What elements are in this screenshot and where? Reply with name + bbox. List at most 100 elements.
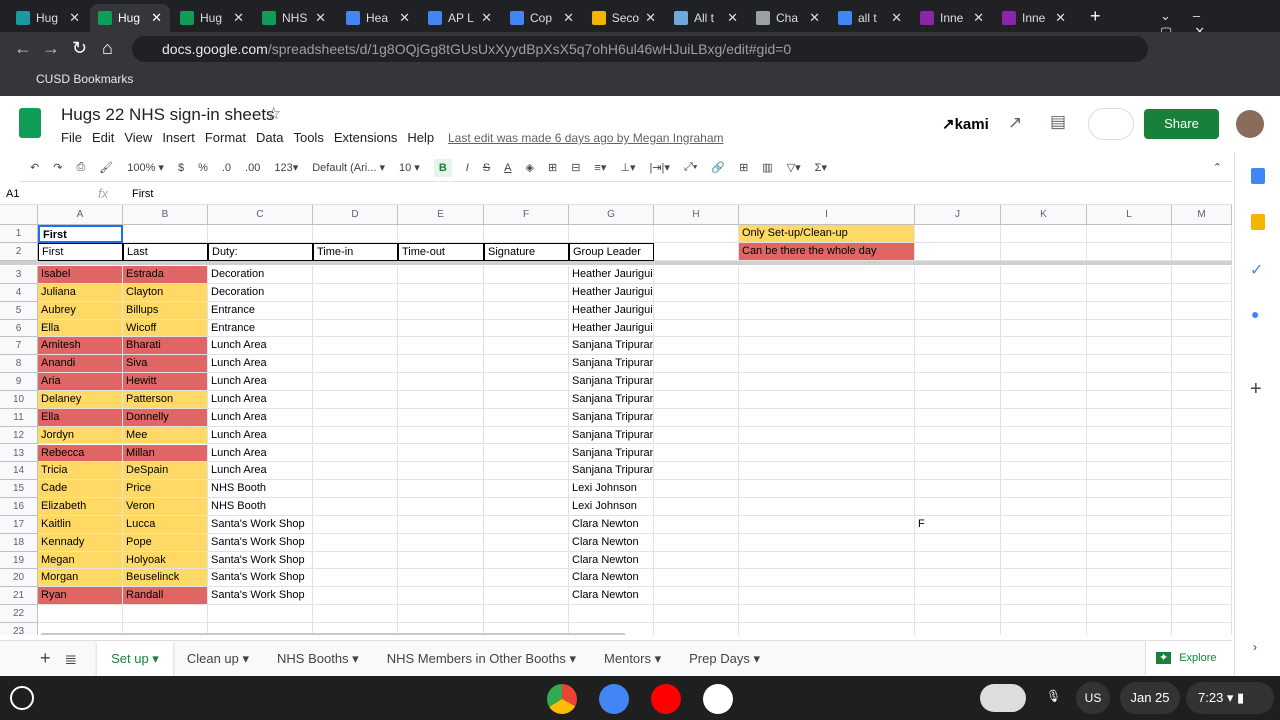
cell-L16[interactable] (1087, 498, 1172, 516)
cell-G19[interactable]: Clara Newton (569, 551, 654, 570)
cell-F2[interactable]: Signature (484, 243, 569, 261)
cell-E5[interactable] (398, 301, 484, 320)
cell-C12[interactable]: Lunch Area (208, 426, 313, 445)
cell-A2[interactable]: First (38, 243, 123, 261)
close-tab-icon[interactable]: ✕ (973, 10, 984, 26)
cell-L15[interactable] (1087, 480, 1172, 499)
row-header[interactable]: 3 (0, 266, 38, 284)
cell-I1[interactable]: Only Set-up/Clean-up (739, 225, 915, 243)
cell-M14[interactable] (1172, 462, 1232, 481)
paint-format-icon[interactable]: 🖌 (99, 161, 113, 174)
cell-J18[interactable] (915, 533, 1001, 552)
valign-icon[interactable]: ⊥▾ (620, 161, 635, 174)
cell-K8[interactable] (1001, 355, 1087, 374)
launcher-icon[interactable] (10, 686, 34, 710)
close-tab-icon[interactable]: ✕ (69, 10, 80, 26)
cell-K20[interactable] (1001, 569, 1087, 588)
cell-M3[interactable] (1172, 266, 1232, 284)
undo-icon[interactable]: ↶ (30, 161, 39, 174)
menu-view[interactable]: View (124, 130, 152, 145)
cell-I16[interactable] (739, 498, 915, 516)
cell-H2[interactable] (654, 243, 739, 261)
row-header[interactable]: 14 (0, 462, 38, 481)
row-header[interactable]: 8 (0, 355, 38, 374)
cell-B14[interactable]: DeSpain (123, 462, 208, 481)
cell-I10[interactable] (739, 390, 915, 409)
cell-G21[interactable]: Clara Newton (569, 587, 654, 606)
currency-button[interactable]: $ (178, 162, 184, 174)
back-icon[interactable]: ← (14, 38, 32, 59)
cell-E1[interactable] (398, 225, 484, 243)
cell-L2[interactable] (1087, 243, 1172, 261)
cell-H14[interactable] (654, 462, 739, 481)
cell-B6[interactable]: Wicoff (123, 319, 208, 338)
cell-E16[interactable] (398, 498, 484, 516)
cell-F22[interactable] (484, 605, 569, 623)
mic-icon[interactable]: 🎙 (1046, 689, 1061, 703)
row-header[interactable]: 5 (0, 301, 38, 320)
cell-I7[interactable] (739, 337, 915, 356)
cell-L3[interactable] (1087, 266, 1172, 284)
close-tab-icon[interactable]: ✕ (399, 10, 410, 26)
cell-I20[interactable] (739, 569, 915, 588)
cell-A22[interactable] (38, 605, 123, 623)
cell-K18[interactable] (1001, 533, 1087, 552)
cell-J15[interactable] (915, 480, 1001, 499)
cell-A12[interactable]: Jordyn (38, 426, 123, 445)
row-header[interactable]: 23 (0, 623, 38, 635)
cell-E18[interactable] (398, 533, 484, 552)
cell-F13[interactable] (484, 444, 569, 463)
rotate-icon[interactable]: ⤢▾ (684, 161, 697, 174)
cell-H5[interactable] (654, 301, 739, 320)
cell-M2[interactable] (1172, 243, 1232, 261)
browser-tab[interactable]: Hug ✕ (90, 4, 170, 32)
row-header[interactable]: 6 (0, 319, 38, 338)
cell-C18[interactable]: Santa's Work Shop (208, 533, 313, 552)
cell-B13[interactable]: Millan (123, 444, 208, 463)
chart-icon[interactable]: ▥ (762, 161, 772, 174)
star-icon[interactable]: ☆ (266, 104, 281, 124)
cell-I9[interactable] (739, 373, 915, 391)
close-tab-icon[interactable]: ✕ (151, 10, 162, 26)
close-tab-icon[interactable]: ✕ (315, 10, 326, 26)
sheet-tab[interactable]: Mentors ▾ (590, 641, 675, 677)
cell-J23[interactable] (915, 623, 1001, 635)
cell-C8[interactable]: Lunch Area (208, 355, 313, 374)
cell-F18[interactable] (484, 533, 569, 552)
cell-D4[interactable] (313, 283, 398, 302)
cell-D6[interactable] (313, 319, 398, 338)
close-tab-icon[interactable]: ✕ (727, 10, 738, 26)
fill-color-icon[interactable]: ◈ (526, 161, 534, 174)
cell-G13[interactable]: Sanjana Tripuraneni (569, 444, 654, 463)
status-tray[interactable]: 7:23 ▾ ▮ (1186, 682, 1274, 714)
cell-I17[interactable] (739, 515, 915, 534)
cell-G1[interactable] (569, 225, 654, 243)
print-icon[interactable]: ⎙ (76, 161, 85, 174)
column-header-L[interactable]: L (1087, 205, 1172, 225)
docs-icon[interactable] (599, 684, 629, 714)
cell-K15[interactable] (1001, 480, 1087, 499)
youtube-icon[interactable] (651, 684, 681, 714)
cell-L1[interactable] (1087, 225, 1172, 243)
close-tab-icon[interactable]: ✕ (233, 10, 244, 26)
cell-D14[interactable] (313, 462, 398, 481)
forward-icon[interactable]: → (42, 38, 60, 59)
cell-H22[interactable] (654, 605, 739, 623)
row-header[interactable]: 2 (0, 243, 38, 261)
italic-button[interactable]: I (466, 162, 469, 174)
cell-B3[interactable]: Estrada (123, 266, 208, 284)
cell-E10[interactable] (398, 390, 484, 409)
cell-D8[interactable] (313, 355, 398, 374)
browser-tab[interactable]: Hug ✕ (172, 4, 252, 32)
cell-C9[interactable]: Lunch Area (208, 373, 313, 391)
cell-M21[interactable] (1172, 587, 1232, 606)
cell-J21[interactable] (915, 587, 1001, 606)
cell-K9[interactable] (1001, 373, 1087, 391)
cell-M20[interactable] (1172, 569, 1232, 588)
sheet-tab[interactable]: NHS Booths ▾ (263, 641, 373, 677)
row-header[interactable]: 16 (0, 498, 38, 516)
filter-icon[interactable]: ▽▾ (787, 161, 801, 174)
activity-icon[interactable]: ↗ (1008, 113, 1022, 133)
cell-C3[interactable]: Decoration (208, 266, 313, 284)
cell-A9[interactable]: Aria (38, 373, 123, 391)
